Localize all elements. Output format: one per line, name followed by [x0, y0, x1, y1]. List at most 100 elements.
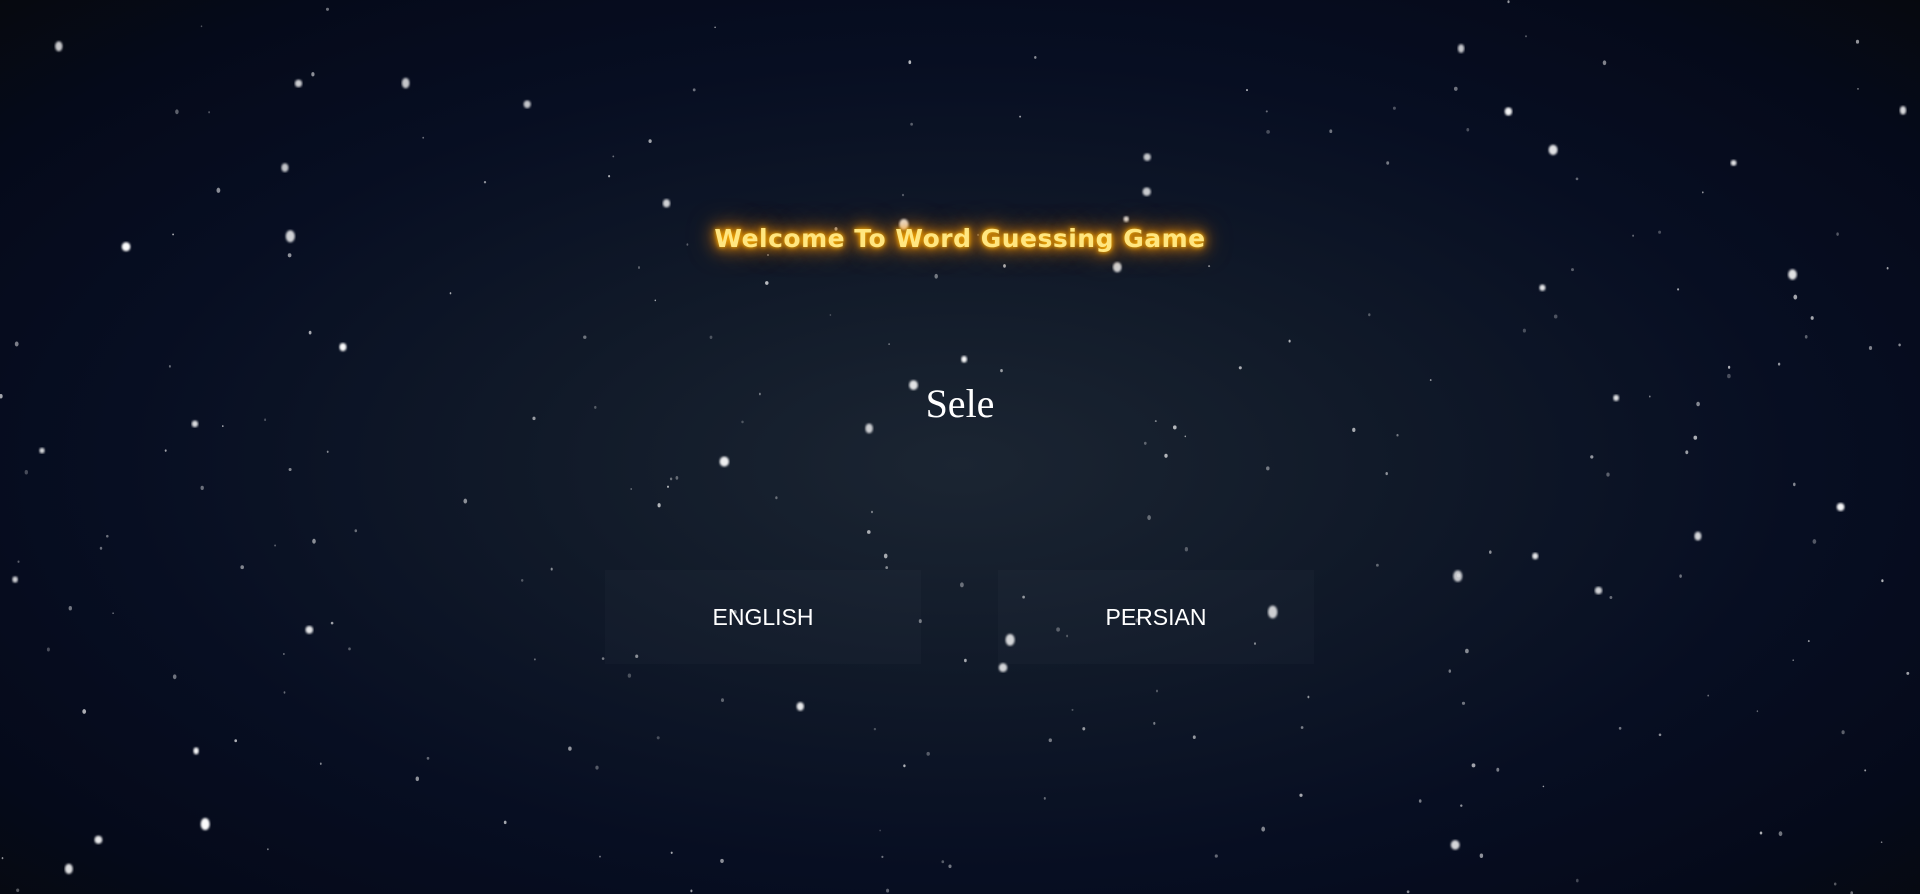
snowflake: [675, 476, 679, 480]
snowflake: [1606, 472, 1610, 477]
snowflake: [637, 266, 641, 269]
snowflake: [1542, 785, 1545, 788]
snowflake: [1406, 890, 1410, 894]
snowflake: [1571, 268, 1574, 272]
snowflake: [1810, 316, 1814, 320]
snowflake: [670, 851, 673, 855]
snowflake: [64, 863, 73, 875]
snowflake: [1048, 738, 1052, 743]
snowflake: [998, 663, 1008, 673]
snowflake: [630, 488, 632, 490]
snowflake: [1864, 769, 1867, 772]
snowflake: [1307, 695, 1310, 699]
snowflake: [267, 848, 269, 851]
snowflake: [1504, 107, 1513, 116]
snowflake: [1288, 339, 1291, 343]
snowflake: [422, 136, 425, 139]
snowflake: [99, 546, 103, 550]
snowflake: [612, 155, 615, 158]
snowflake: [879, 829, 881, 832]
snowflake: [17, 560, 20, 563]
snowflake: [94, 835, 103, 844]
snowflake: [106, 534, 109, 538]
snowflake: [719, 456, 730, 467]
snowflake: [193, 747, 199, 755]
snowflake: [274, 544, 277, 547]
snowflake: [1266, 466, 1270, 471]
persian-language-button[interactable]: PERSIAN: [998, 570, 1314, 664]
snowflake: [234, 739, 238, 743]
snowflake: [885, 566, 889, 570]
snowflake: [1857, 88, 1859, 90]
snowflake: [656, 736, 660, 740]
game-title: Welcome To Word Guessing Game: [714, 224, 1206, 253]
snowflake: [1594, 586, 1603, 595]
snowflake: [1575, 878, 1579, 883]
snowflake: [1522, 328, 1526, 333]
snowflake: [1677, 288, 1680, 291]
snowflake: [1238, 366, 1242, 370]
snowflake: [1460, 804, 1463, 807]
snowflake: [1143, 153, 1151, 161]
snowflake: [669, 477, 673, 481]
snowflake: [690, 889, 693, 893]
snowflake: [426, 756, 430, 760]
snowflake: [354, 529, 358, 533]
snowflake: [46, 647, 50, 652]
snowflake: [312, 538, 316, 544]
snowflake: [326, 450, 329, 453]
snowflake: [1881, 579, 1884, 583]
snowflake: [667, 485, 669, 488]
snowflake: [1461, 701, 1466, 705]
snowflake: [14, 341, 19, 347]
snowflake: [1184, 546, 1189, 552]
snowflake: [627, 673, 632, 678]
snowflake: [1778, 831, 1783, 837]
snowflake: [1701, 191, 1704, 194]
snowflake: [172, 674, 177, 680]
snowflake: [961, 355, 967, 363]
snowfall-background: [0, 0, 1910, 894]
snowflake: [1679, 574, 1682, 578]
snowflake: [1730, 159, 1737, 166]
snowflake: [1618, 726, 1622, 730]
snowflake: [1466, 127, 1470, 132]
snowflake: [311, 72, 315, 77]
snowflake: [348, 647, 351, 651]
snowflake: [1793, 482, 1796, 487]
snowflake: [1465, 648, 1469, 654]
snowflake: [1266, 130, 1270, 134]
snowflake: [68, 605, 72, 611]
snowflake: [1396, 433, 1399, 437]
snowflake: [1368, 313, 1371, 317]
snowflake: [1539, 284, 1546, 291]
snowflake: [1479, 853, 1484, 859]
snowflake: [1575, 177, 1579, 181]
snowflake: [648, 139, 652, 143]
snowflake: [1453, 86, 1458, 91]
snowflake: [964, 658, 967, 663]
snowflake: [1453, 570, 1463, 582]
snowflake: [283, 652, 285, 656]
snowflake: [1003, 264, 1006, 268]
snowflake: [1418, 799, 1422, 803]
snowflake: [881, 855, 884, 858]
snowflake: [1658, 733, 1662, 737]
snowflake: [401, 77, 410, 89]
snowflake: [1155, 689, 1159, 693]
snowflake: [1471, 763, 1476, 768]
snowflake: [175, 109, 179, 115]
snowflake: [1489, 550, 1492, 554]
snowflake: [1727, 373, 1731, 379]
snowflake: [288, 467, 292, 472]
snowflake: [599, 855, 601, 858]
snowflake: [1836, 503, 1845, 511]
snowflake: [1759, 831, 1763, 835]
snowflake: [240, 565, 244, 570]
snowflake: [1208, 265, 1211, 268]
snowflake: [709, 335, 713, 339]
snowflake: [168, 364, 171, 368]
snowflake: [873, 727, 877, 731]
english-language-button[interactable]: ENGLISH: [605, 570, 921, 664]
snowflake: [608, 175, 611, 178]
